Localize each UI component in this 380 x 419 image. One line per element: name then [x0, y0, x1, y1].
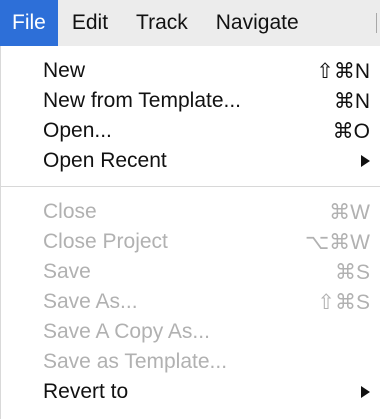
menu-item-open-recent[interactable]: Open Recent	[1, 146, 380, 176]
menu-item-save-as-template[interactable]: Save as Template...	[1, 347, 380, 377]
menu-item-label: Open...	[43, 119, 112, 142]
menu-item-label: Open Recent	[43, 149, 167, 172]
menu-item-label: New from Template...	[43, 89, 242, 112]
menu-item-label: Save as Template...	[43, 350, 228, 373]
menu-item-shortcut: ⌘O	[332, 119, 370, 143]
menubar-divider	[376, 13, 377, 33]
menu-item-new-from-template[interactable]: New from Template... ⌘N	[1, 86, 380, 116]
menu-item-shortcut: ⌘W	[329, 200, 370, 224]
menu-edit[interactable]: Edit	[58, 0, 122, 46]
menu-item-shortcut: ⌘N	[333, 89, 370, 113]
menu-item-revert-to[interactable]: Revert to	[1, 377, 380, 407]
menu-item-shortcut: ⌥⌘W	[304, 230, 370, 254]
menu-item-label: Revert to	[43, 380, 129, 403]
menu-item-close-project[interactable]: Close Project ⌥⌘W	[1, 227, 380, 257]
menu-navigate[interactable]: Navigate	[202, 0, 313, 46]
menu-item-label: Save	[43, 260, 91, 283]
menu-track[interactable]: Track	[122, 0, 202, 46]
menu-item-label: New	[43, 59, 86, 82]
menu-separator	[1, 186, 380, 187]
right-triangle-arrow-icon	[361, 155, 370, 167]
menu-item-open[interactable]: Open... ⌘O	[1, 116, 380, 146]
menu-item-shortcut	[361, 146, 370, 176]
menu-item-shortcut: ⇧⌘N	[316, 59, 370, 83]
menu-file[interactable]: File	[0, 0, 58, 46]
menu-item-save[interactable]: Save ⌘S	[1, 257, 380, 287]
menu-item-save-a-copy-as[interactable]: Save A Copy As...	[1, 317, 380, 347]
menu-item-shortcut	[361, 377, 370, 407]
menu-item-shortcut: ⇧⌘S	[317, 290, 370, 314]
file-menu-dropdown: New ⇧⌘N New from Template... ⌘N Open... …	[0, 46, 380, 419]
menu-item-close[interactable]: Close ⌘W	[1, 197, 380, 227]
menu-item-label: Save As...	[43, 290, 138, 313]
menu-item-label: Close	[43, 200, 97, 223]
application-window: File Edit Track Navigate New ⇧⌘N New fro…	[0, 0, 380, 419]
right-triangle-arrow-icon	[361, 386, 370, 398]
menu-item-label: Close Project	[43, 230, 168, 253]
menu-item-label: Save A Copy As...	[43, 320, 210, 343]
menu-item-save-as[interactable]: Save As... ⇧⌘S	[1, 287, 380, 317]
menu-item-shortcut: ⌘S	[334, 260, 370, 284]
menu-bar: File Edit Track Navigate	[0, 0, 380, 46]
menu-item-new[interactable]: New ⇧⌘N	[1, 56, 380, 86]
